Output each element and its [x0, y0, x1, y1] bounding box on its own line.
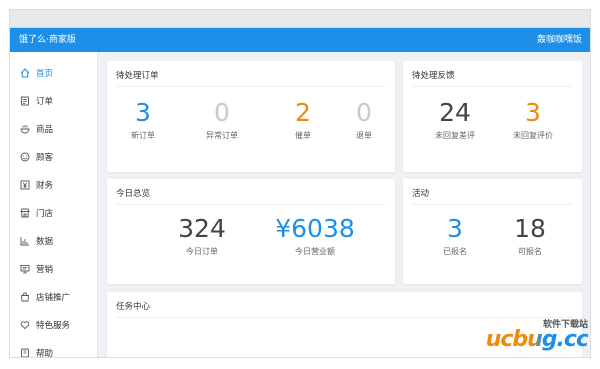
site-watermark: 软件下载站 ucbug.cc	[485, 317, 589, 355]
product-icon	[20, 124, 30, 134]
sidebar: 首页 订单 商品 顾客 财务 门店 数据 营销 店铺推广 特色服务 帮助	[10, 52, 98, 358]
pending-orders-card: 待处理订单 3 新订单 0 异常订单 2 催单 0 退单	[107, 61, 395, 172]
divider	[116, 86, 386, 87]
card-title: 今日总览	[116, 189, 151, 199]
stat-label: 未回复评价	[513, 131, 553, 140]
order-icon	[20, 96, 30, 106]
sidebar-item-help[interactable]: 帮助	[10, 341, 98, 358]
available-stat[interactable]: 18 可报名	[505, 215, 555, 257]
stat-label: 已报名	[443, 247, 467, 256]
sidebar-item-label: 门店	[36, 209, 54, 219]
card-title: 待处理反馈	[412, 71, 455, 81]
sidebar-item-promotion[interactable]: 店铺推广	[10, 285, 98, 309]
watermark-en-text: ucbug.cc	[485, 327, 589, 352]
stat-label: 可报名	[518, 247, 542, 256]
stat-value: 324	[178, 214, 226, 243]
watermark-logo-text: ucbug.cc	[485, 327, 589, 352]
sidebar-item-products[interactable]: 商品	[10, 117, 98, 141]
registered-stat[interactable]: 3 已报名	[430, 215, 480, 257]
stat-value: 3	[447, 214, 463, 243]
sidebar-item-label: 商品	[36, 125, 54, 135]
app-brand[interactable]: 饿了么·商家版	[19, 28, 76, 52]
stat-label: 今日订单	[186, 247, 218, 256]
reminder-orders-stat[interactable]: 2 催单	[279, 99, 327, 141]
heart-icon	[20, 320, 30, 330]
refund-orders-stat[interactable]: 0 退单	[342, 99, 386, 141]
sidebar-item-label: 营销	[36, 265, 54, 275]
today-orders-stat[interactable]: 324 今日订单	[167, 215, 237, 257]
sidebar-item-label: 店铺推广	[36, 293, 71, 303]
stat-value: ¥6038	[275, 214, 355, 243]
stat-label: 异常订单	[206, 131, 238, 140]
sidebar-item-label: 首页	[36, 69, 54, 79]
unreplied-bad-reviews-stat[interactable]: 24 未回复差评	[425, 99, 485, 141]
new-orders-stat[interactable]: 3 新订单	[119, 99, 167, 141]
activity-card: 活动 3 已报名 18 可报名	[403, 179, 582, 284]
unreplied-reviews-stat[interactable]: 3 未回复评价	[503, 99, 563, 141]
app-window: 饿了么·商家版 轰咖咖嘿饭 首页 订单 商品 顾客 财务 门店 数据 营销 店铺…	[9, 9, 591, 358]
stat-label: 退单	[356, 131, 372, 140]
sidebar-item-label: 特色服务	[36, 321, 71, 331]
today-overview-card: 今日总览 324 今日订单 ¥6038 今日营业额	[107, 179, 395, 284]
pending-feedback-card: 待处理反馈 24 未回复差评 3 未回复评价	[403, 61, 582, 172]
store-name[interactable]: 轰咖咖嘿饭	[537, 28, 582, 52]
marketing-icon	[20, 264, 30, 274]
sidebar-item-customers[interactable]: 顾客	[10, 145, 98, 169]
stat-value: 24	[439, 98, 471, 127]
divider	[412, 86, 573, 87]
divider	[412, 204, 573, 205]
browser-top-bar	[10, 10, 590, 28]
card-title: 待处理订单	[116, 71, 159, 81]
card-title: 活动	[412, 189, 430, 199]
sidebar-item-home[interactable]: 首页	[10, 61, 98, 85]
sidebar-item-label: 订单	[36, 97, 54, 107]
sidebar-item-label: 数据	[36, 237, 54, 247]
stat-label: 新订单	[131, 131, 155, 140]
stat-value: 18	[514, 214, 546, 243]
stat-value: 2	[295, 98, 311, 127]
sidebar-item-services[interactable]: 特色服务	[10, 313, 98, 337]
abnormal-orders-stat[interactable]: 0 异常订单	[196, 99, 248, 141]
stat-value: 0	[214, 98, 230, 127]
stat-label: 今日营业额	[295, 247, 335, 256]
store-icon	[20, 208, 30, 218]
sidebar-item-label: 顾客	[36, 153, 54, 163]
sidebar-item-marketing[interactable]: 营销	[10, 257, 98, 281]
sidebar-item-data[interactable]: 数据	[10, 229, 98, 253]
divider	[116, 204, 386, 205]
smile-icon	[20, 152, 30, 162]
stat-label: 未回复差评	[435, 131, 475, 140]
stat-label: 催单	[295, 131, 311, 140]
sidebar-item-orders[interactable]: 订单	[10, 89, 98, 113]
today-revenue-stat[interactable]: ¥6038 今日营业额	[265, 215, 365, 257]
sidebar-item-finance[interactable]: 财务	[10, 173, 98, 197]
chart-icon	[20, 236, 30, 246]
bag-icon	[20, 292, 30, 302]
sidebar-item-store[interactable]: 门店	[10, 201, 98, 225]
stat-value: 3	[525, 98, 541, 127]
stat-value: 0	[356, 98, 372, 127]
help-icon	[20, 348, 30, 357]
yen-icon	[20, 180, 30, 190]
home-icon	[20, 68, 30, 78]
sidebar-item-label: 财务	[36, 181, 54, 191]
app-header: 饿了么·商家版 轰咖咖嘿饭	[10, 28, 590, 52]
sidebar-item-label: 帮助	[36, 349, 54, 358]
card-title: 任务中心	[116, 302, 151, 312]
stat-value: 3	[135, 98, 151, 127]
